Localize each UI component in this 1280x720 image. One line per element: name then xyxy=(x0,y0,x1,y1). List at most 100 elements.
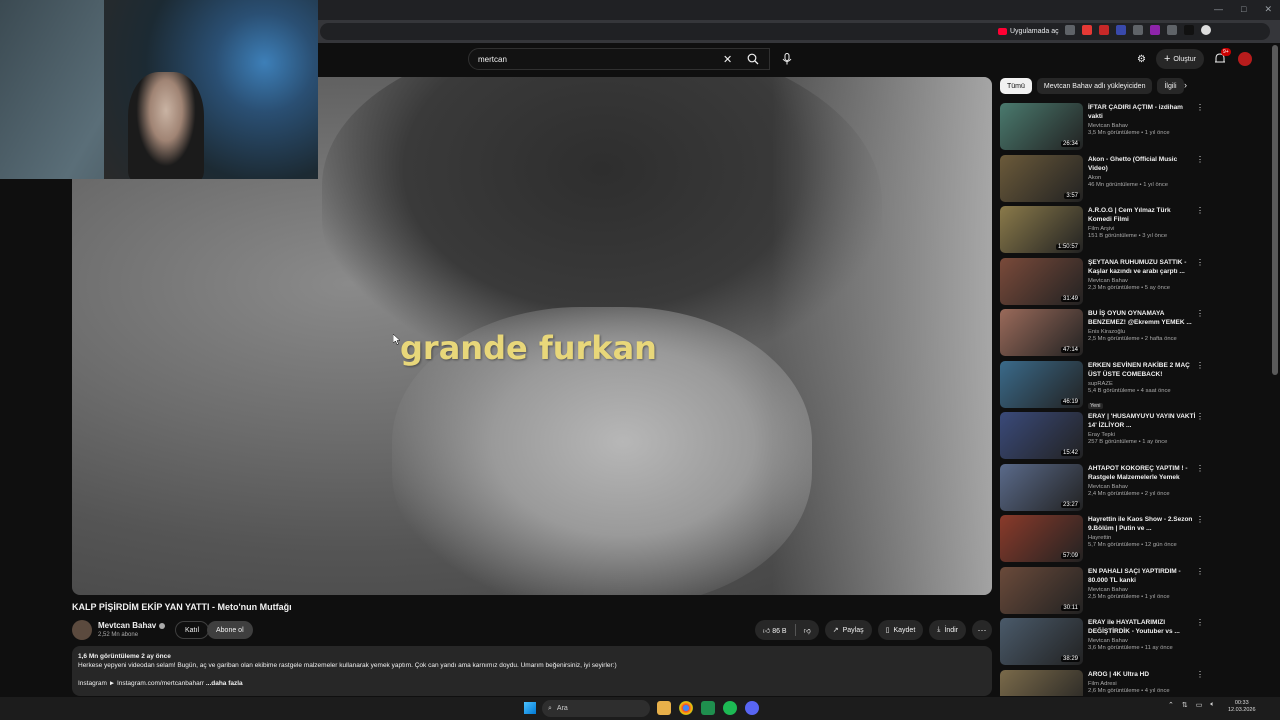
download-button[interactable]: ⤓ İndir xyxy=(929,620,966,640)
video-thumbnail[interactable]: 46:19 xyxy=(1000,360,1083,408)
related-channel-name[interactable]: Akon xyxy=(1088,175,1196,181)
related-video-title[interactable]: AROG | 4K Ultra HD xyxy=(1088,670,1196,679)
related-video-item[interactable]: 3:57 Akon - Ghetto (Official Music Video… xyxy=(1000,153,1205,205)
video-thumbnail[interactable]: 1:50:57 xyxy=(1000,206,1083,253)
kebab-menu-icon[interactable]: ⋮ xyxy=(1196,103,1204,112)
related-channel-name[interactable]: Mevtcan Bahav xyxy=(1088,638,1196,644)
app-icon[interactable] xyxy=(701,701,715,715)
monitor-icon[interactable]: ▭ xyxy=(1196,701,1203,709)
video-thumbnail[interactable]: 31:49 xyxy=(1000,257,1083,305)
kebab-menu-icon[interactable]: ⋮ xyxy=(1196,155,1204,164)
windows-start-icon[interactable] xyxy=(524,702,536,714)
puzzle-icon[interactable] xyxy=(1167,25,1177,35)
kebab-menu-icon[interactable]: ⋮ xyxy=(1196,258,1204,267)
kebab-menu-icon[interactable]: ⋮ xyxy=(1196,412,1204,421)
extension-icon[interactable] xyxy=(1133,25,1143,35)
kebab-menu-icon[interactable]: ⋮ xyxy=(1196,309,1204,318)
chevron-up-icon[interactable]: ⌃ xyxy=(1168,701,1174,709)
related-video-item[interactable]: AROG | 4K Ultra HD Film Adresi 2,6 Mn gö… xyxy=(1000,668,1205,696)
related-video-item[interactable]: 46:19 ERKEN SEVİNEN RAKİBE 2 MAÇ ÜST ÜST… xyxy=(1000,359,1205,411)
close-icon[interactable]: ✕ xyxy=(1264,4,1272,15)
instagram-link[interactable]: Instagram ► Instagram.com/mertcanbaharr xyxy=(78,680,206,687)
related-video-title[interactable]: ERAY | 'HUSAMYUYU YAYIN VAKTİ 14' İZLİYO… xyxy=(1088,412,1196,430)
kebab-menu-icon[interactable]: ⋮ xyxy=(1196,206,1204,215)
video-thumbnail[interactable]: 15:42 xyxy=(1000,412,1083,459)
related-video-item[interactable]: 30:11 EN PAHALI SAÇI YAPTIRDIM - 80.000 … xyxy=(1000,565,1205,617)
extension-icon[interactable] xyxy=(1150,25,1160,35)
related-channel-name[interactable]: supRAZE xyxy=(1088,381,1196,387)
chip-from-uploader[interactable]: Mevtcan Bahav adlı yükleyiciden xyxy=(1036,78,1153,94)
cast-icon[interactable]: ⚙ xyxy=(1137,54,1146,65)
like-button[interactable]: 👍︎ 86 B xyxy=(763,626,787,635)
related-channel-name[interactable]: Film Arşivi xyxy=(1088,226,1196,232)
related-video-title[interactable]: Hayrettin ile Kaos Show - 2.Sezon 9.Bölü… xyxy=(1088,515,1196,533)
chrome-icon[interactable] xyxy=(679,701,693,715)
search-input[interactable] xyxy=(478,52,718,67)
related-video-title[interactable]: ERKEN SEVİNEN RAKİBE 2 MAÇ ÜST ÜSTE COME… xyxy=(1088,361,1196,379)
video-thumbnail[interactable]: 3:57 xyxy=(1000,154,1083,202)
extension-icon[interactable] xyxy=(1065,25,1075,35)
related-video-title[interactable]: İFTAR ÇADIRI AÇTIM - izdiham vakti xyxy=(1088,103,1196,121)
kebab-menu-icon[interactable]: ⋮ xyxy=(1196,361,1204,370)
related-video-item[interactable]: 31:49 ŞEYTANA RUHUMUZU SATTIK - Kaşlar k… xyxy=(1000,256,1205,308)
discord-icon[interactable] xyxy=(745,701,759,715)
related-channel-name[interactable]: Eray Tepki xyxy=(1088,432,1196,438)
related-channel-name[interactable]: Mevtcan Bahav xyxy=(1088,278,1196,284)
volume-icon[interactable]: 🔈︎ xyxy=(1210,701,1214,709)
scrollbar[interactable] xyxy=(1272,45,1278,375)
voice-search-button[interactable] xyxy=(776,48,798,70)
show-more-link[interactable]: ...daha fazla xyxy=(206,680,243,687)
maximize-icon[interactable]: □ xyxy=(1241,4,1246,15)
related-video-item[interactable]: 38:29 ERAY ile HAYATLARIMIZI DEĞİŞTİRDİK… xyxy=(1000,616,1205,668)
join-button[interactable]: Katıl xyxy=(175,621,210,639)
profile-icon[interactable] xyxy=(1201,25,1211,35)
dislike-button[interactable]: 👎︎ xyxy=(804,626,811,635)
video-thumbnail[interactable]: 57:09 xyxy=(1000,515,1083,562)
related-channel-name[interactable]: Mevtcan Bahav xyxy=(1088,484,1196,490)
extension-icon[interactable] xyxy=(1099,25,1109,35)
related-channel-name[interactable]: Film Adresi xyxy=(1088,681,1196,687)
related-video-item[interactable]: 23:27 AHTAPOT KOKOREÇ YAPTIM ! - Rastgel… xyxy=(1000,462,1205,514)
video-thumbnail[interactable]: 26:34 xyxy=(1000,103,1083,150)
kebab-menu-icon[interactable]: ⋮ xyxy=(1196,670,1204,679)
video-thumbnail[interactable]: 47:14 xyxy=(1000,309,1083,356)
clock[interactable]: 00:33 12.03.2026 xyxy=(1228,700,1256,714)
related-channel-name[interactable]: Mevtcan Bahav xyxy=(1088,587,1196,593)
chip-related[interactable]: İlgili xyxy=(1157,78,1184,94)
more-actions-button[interactable]: ⋯ xyxy=(972,620,992,640)
menu-icon[interactable] xyxy=(1184,25,1194,35)
network-icon[interactable]: ⇅ xyxy=(1182,701,1188,709)
related-video-item[interactable]: 15:42 ERAY | 'HUSAMYUYU YAYIN VAKTİ 14' … xyxy=(1000,410,1205,462)
notifications-button[interactable]: 9+ xyxy=(1214,48,1231,66)
spotify-icon[interactable] xyxy=(723,701,737,715)
related-video-item[interactable]: 1:50:57 A.R.O.G | Cem Yılmaz Türk Komedi… xyxy=(1000,204,1205,256)
account-avatar[interactable] xyxy=(1237,52,1252,66)
create-button[interactable]: + Oluştur xyxy=(1155,49,1204,69)
minimize-icon[interactable]: — xyxy=(1214,4,1223,15)
channel-avatar[interactable] xyxy=(72,620,92,640)
related-video-title[interactable]: BU İŞ OYUN OYNAMAYA BENZEMEZ! @Ekremm YE… xyxy=(1088,309,1196,327)
kebab-menu-icon[interactable]: ⋮ xyxy=(1196,618,1204,627)
related-channel-name[interactable]: Hayrettin xyxy=(1088,535,1196,541)
save-button[interactable]: ▯ Kaydet xyxy=(877,620,924,640)
related-video-title[interactable]: EN PAHALI SAÇI YAPTIRDIM - 80.000 TL kan… xyxy=(1088,567,1196,585)
search-button[interactable] xyxy=(737,48,769,70)
file-explorer-icon[interactable] xyxy=(657,701,671,715)
chip-all[interactable]: Tümü xyxy=(1000,78,1032,94)
clear-search-icon[interactable]: ✕ xyxy=(723,53,732,66)
related-video-item[interactable]: 26:34 İFTAR ÇADIRI AÇTIM - izdiham vakti… xyxy=(1000,101,1205,153)
kebab-menu-icon[interactable]: ⋮ xyxy=(1196,515,1204,524)
video-thumbnail[interactable]: 30:11 xyxy=(1000,566,1083,614)
related-channel-name[interactable]: Enis Kirazoğlu xyxy=(1088,329,1196,335)
kebab-menu-icon[interactable]: ⋮ xyxy=(1196,567,1204,576)
chevron-right-icon[interactable]: › xyxy=(1184,80,1187,90)
related-video-title[interactable]: Akon - Ghetto (Official Music Video) xyxy=(1088,155,1196,173)
taskbar-search[interactable]: ⌕ Ara xyxy=(542,700,650,717)
related-video-title[interactable]: ŞEYTANA RUHUMUZU SATTIK - Kaşlar kazındı… xyxy=(1088,258,1196,276)
extension-icon[interactable] xyxy=(1082,25,1092,35)
related-channel-name[interactable]: Mevtcan Bahav xyxy=(1088,123,1196,129)
share-button[interactable]: ↗ Paylaş xyxy=(824,620,872,640)
related-video-title[interactable]: ERAY ile HAYATLARIMIZI DEĞİŞTİRDİK - You… xyxy=(1088,618,1196,636)
extension-icon[interactable] xyxy=(1116,25,1126,35)
video-thumbnail[interactable]: 38:29 xyxy=(1000,618,1083,665)
